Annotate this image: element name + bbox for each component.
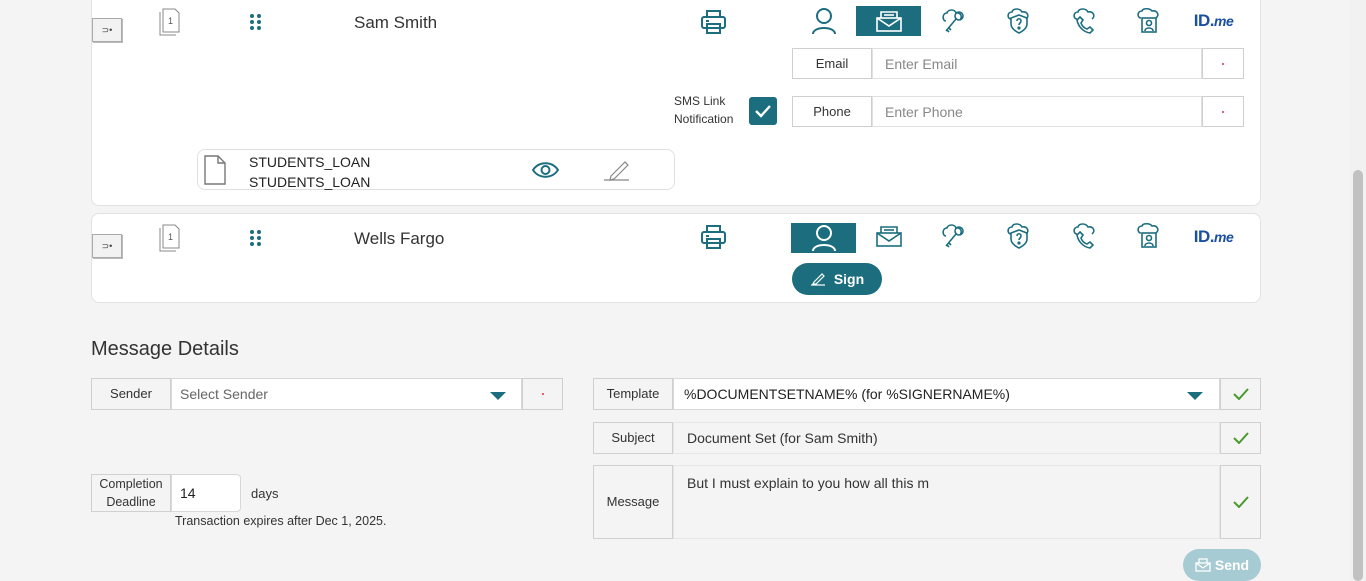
scrollbar-thumb[interactable] xyxy=(1353,170,1363,581)
message-valid-indicator xyxy=(1220,465,1261,539)
completion-deadline-label: Completion Deadline xyxy=(91,474,171,512)
check-icon xyxy=(1232,496,1249,508)
security-question-icon[interactable] xyxy=(986,6,1051,36)
drag-handle-icon[interactable] xyxy=(249,13,263,36)
email-icon[interactable] xyxy=(856,221,921,251)
send-button[interactable]: Send xyxy=(1183,549,1261,581)
message-textarea[interactable]: But I must explain to you how all this m xyxy=(673,465,1220,539)
subject-label: Subject xyxy=(593,422,673,454)
print-icon[interactable] xyxy=(700,9,727,40)
sign-pen-icon xyxy=(810,273,825,286)
signer-name: Wells Fargo xyxy=(354,229,445,248)
check-icon xyxy=(1232,432,1249,444)
idme-logo[interactable]: ID. me xyxy=(1181,222,1246,252)
chevron-down-icon xyxy=(1187,392,1203,400)
completion-label-line2: Deadline xyxy=(106,495,156,509)
phone-label: Phone xyxy=(792,96,872,127)
sender-select[interactable]: Select Sender xyxy=(171,378,522,410)
completion-unit: days xyxy=(251,486,279,501)
subject-field[interactable]: Document Set (for Sam Smith) xyxy=(673,422,1220,454)
expires-text: Transaction expires after Dec 1, 2025. xyxy=(175,514,387,528)
svg-text:1: 1 xyxy=(168,232,173,242)
message-label: Message xyxy=(593,465,673,539)
template-select[interactable]: %DOCUMENTSETNAME% (for %SIGNERNAME%) xyxy=(673,378,1220,410)
send-button-label: Send xyxy=(1214,557,1250,573)
sms-label-line1: SMS Link xyxy=(674,94,726,108)
drag-handle-icon[interactable] xyxy=(249,229,263,252)
signer-handle-button[interactable]: ⊃• xyxy=(92,18,122,42)
template-label: Template xyxy=(593,378,673,410)
svg-text:1: 1 xyxy=(168,16,173,26)
phone-icon[interactable] xyxy=(1051,221,1116,251)
sign-pen-icon[interactable] xyxy=(603,158,631,187)
idme-logo[interactable]: ID. me xyxy=(1181,6,1246,36)
document-icon xyxy=(203,155,227,190)
kba-icon[interactable] xyxy=(1116,6,1181,36)
email-icon[interactable] xyxy=(856,6,921,36)
email-label: Email xyxy=(792,48,872,79)
message-details-title: Message Details xyxy=(91,338,239,360)
completion-days-input[interactable]: 14 xyxy=(171,474,241,512)
send-icon xyxy=(1195,558,1211,572)
page-scrollbar[interactable] xyxy=(1350,0,1366,581)
sender-placeholder: Select Sender xyxy=(180,386,268,402)
key-icon[interactable] xyxy=(921,6,986,36)
signer-handle-button[interactable]: ⊃• xyxy=(92,234,122,258)
template-valid-indicator xyxy=(1220,378,1261,410)
sms-link-notification-label: SMS Link Notification xyxy=(674,92,733,128)
chevron-down-icon xyxy=(490,392,506,400)
template-value: %DOCUMENTSETNAME% (for %SIGNERNAME%) xyxy=(684,386,1010,402)
sms-notification-checkbox[interactable] xyxy=(749,97,777,125)
phone-icon[interactable] xyxy=(1051,6,1116,36)
document-count-icon: 1 xyxy=(159,224,181,257)
person-icon[interactable] xyxy=(791,6,856,36)
sign-button-label: Sign xyxy=(833,271,865,287)
document-name: STUDENTS_LOAN STUDENTS_LOAN xyxy=(249,152,370,192)
document-name-line2: STUDENTS_LOAN xyxy=(249,174,371,190)
completion-label-line1: Completion xyxy=(99,477,163,491)
view-eye-icon[interactable] xyxy=(531,161,560,184)
signer-name: Sam Smith xyxy=(354,13,438,32)
email-required-indicator xyxy=(1202,48,1244,79)
key-icon[interactable] xyxy=(921,221,986,251)
sms-label-line2: Notification xyxy=(674,112,734,126)
person-icon[interactable] xyxy=(791,223,856,253)
sender-required-indicator xyxy=(522,378,563,410)
document-name-line1: STUDENTS_LOAN xyxy=(249,154,371,170)
subject-valid-indicator xyxy=(1220,422,1261,454)
kba-icon[interactable] xyxy=(1116,221,1181,251)
document-count-icon: 1 xyxy=(159,8,181,41)
check-icon xyxy=(1232,388,1249,400)
sender-label: Sender xyxy=(91,378,171,410)
email-field[interactable]: Enter Email xyxy=(872,48,1202,79)
phone-required-indicator xyxy=(1202,96,1244,127)
phone-field[interactable]: Enter Phone xyxy=(872,96,1202,127)
security-question-icon[interactable] xyxy=(986,221,1051,251)
print-icon[interactable] xyxy=(700,224,727,255)
sign-button[interactable]: Sign xyxy=(792,263,882,295)
